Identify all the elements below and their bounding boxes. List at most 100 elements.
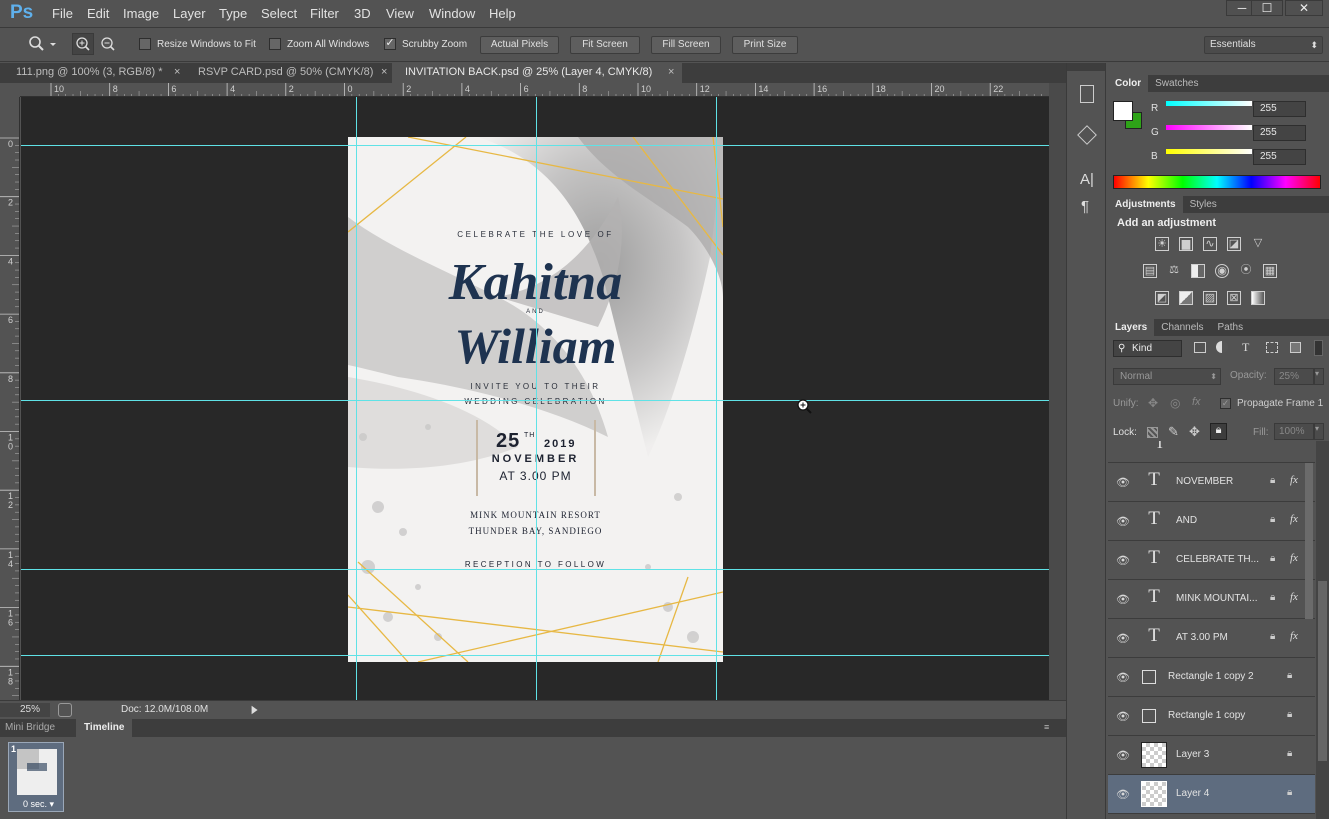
fx-icon[interactable]: fx: [1290, 474, 1298, 486]
tab-invitation-back[interactable]: INVITATION BACK.psd @ 25% (Layer 4, CMYK…: [392, 63, 682, 83]
fx-icon[interactable]: fx: [1290, 552, 1298, 564]
filter-adjustment-icon[interactable]: [1216, 341, 1228, 353]
history-icon[interactable]: [1080, 85, 1094, 103]
opacity-dropdown-icon[interactable]: ▾: [1314, 368, 1324, 385]
black-white-icon[interactable]: [1191, 264, 1205, 278]
layer-name[interactable]: Layer 4: [1176, 788, 1209, 799]
curves-icon[interactable]: ∿: [1203, 237, 1217, 251]
zoom-all-checkbox[interactable]: [269, 38, 281, 50]
visibility-eye-icon[interactable]: 👁︎: [1116, 476, 1130, 489]
tab-channels[interactable]: Channels: [1154, 319, 1210, 336]
layer-row-partial[interactable]: T: [1108, 441, 1315, 463]
menu-3d[interactable]: 3D: [354, 6, 371, 21]
lock-position-icon[interactable]: ✥: [1189, 424, 1200, 440]
visibility-eye-icon[interactable]: 👁︎: [1116, 788, 1130, 801]
lock-image-icon[interactable]: ✎: [1168, 424, 1179, 440]
panel-menu-icon[interactable]: ≡: [1044, 722, 1049, 732]
filter-type-icon[interactable]: T: [1242, 340, 1249, 355]
unify-visibility-icon[interactable]: ◎: [1170, 396, 1180, 410]
layer-row-layer-4[interactable]: 👁︎ Layer 4 🔒︎: [1108, 775, 1315, 814]
layer-row-time[interactable]: 👁︎ T AT 3.00 PM 🔒︎ fx: [1108, 619, 1315, 658]
exposure-icon[interactable]: ◪: [1227, 237, 1241, 251]
vertical-ruler[interactable]: 024681012141618: [0, 97, 20, 700]
zoom-out-icon[interactable]: [98, 34, 118, 57]
brightness-icon[interactable]: ☀: [1155, 237, 1169, 251]
print-size-button[interactable]: Print Size: [732, 36, 798, 54]
tab-adjustments[interactable]: Adjustments: [1108, 196, 1183, 213]
r-slider[interactable]: [1166, 101, 1252, 106]
menu-layer[interactable]: Layer: [173, 6, 206, 21]
layer-name[interactable]: AT 3.00 PM: [1176, 632, 1228, 643]
gradient-map-icon[interactable]: [1251, 291, 1265, 305]
resize-windows-checkbox[interactable]: [139, 38, 151, 50]
vertical-scrollbar[interactable]: [1049, 83, 1066, 700]
layer-name[interactable]: Rectangle 1 copy: [1168, 710, 1245, 721]
visibility-eye-icon[interactable]: 👁︎: [1116, 749, 1130, 762]
g-value-input[interactable]: 255: [1253, 125, 1306, 141]
layer-row-rectangle-copy[interactable]: 👁︎ Rectangle 1 copy 🔒︎: [1108, 697, 1315, 736]
tab-rsvp-card[interactable]: RSVP CARD.psd @ 50% (CMYK/8): [182, 63, 392, 83]
vertical-guide[interactable]: [716, 97, 717, 700]
layer-filter-kind-select[interactable]: ⚲ Kind: [1113, 340, 1182, 357]
propagate-checkbox[interactable]: ✓: [1220, 398, 1231, 409]
layer-row-and[interactable]: 👁︎ T AND 🔒︎ fx: [1108, 502, 1315, 541]
horizontal-guide[interactable]: [21, 145, 1049, 146]
filter-shape-icon[interactable]: [1266, 342, 1278, 353]
menu-file[interactable]: File: [52, 6, 73, 21]
visibility-eye-icon[interactable]: 👁︎: [1116, 515, 1130, 528]
g-slider[interactable]: [1166, 125, 1252, 130]
color-balance-icon[interactable]: ⚖: [1167, 264, 1181, 278]
close-tab-icon[interactable]: ×: [174, 66, 180, 78]
menu-type[interactable]: Type: [219, 6, 247, 21]
layer-name[interactable]: Layer 3: [1176, 749, 1209, 760]
close-button[interactable]: ✕: [1285, 0, 1323, 16]
layer-row-mink-mountain[interactable]: 👁︎ T MINK MOUNTAI... 🔒︎ fx: [1108, 580, 1315, 619]
horizontal-guide[interactable]: [21, 655, 1049, 656]
fill-input[interactable]: 100%: [1274, 423, 1314, 440]
vibrance-icon[interactable]: ▽: [1251, 237, 1265, 251]
tab-layers[interactable]: Layers: [1108, 319, 1155, 336]
visibility-eye-icon[interactable]: 👁︎: [1116, 632, 1130, 645]
posterize-icon[interactable]: [1179, 291, 1193, 305]
vertical-guide[interactable]: [356, 97, 357, 700]
timeline-frame[interactable]: 1 0 sec. ▾: [8, 742, 64, 812]
foreground-color-swatch[interactable]: [1113, 101, 1133, 121]
tab-111-png[interactable]: 111.png @ 100% (3, RGB/8) *: [0, 63, 190, 83]
zoom-in-icon[interactable]: [72, 33, 94, 55]
layer-row-november[interactable]: 👁︎ T NOVEMBER 🔒︎ fx: [1108, 463, 1315, 502]
visibility-eye-icon[interactable]: 👁︎: [1116, 710, 1130, 723]
filter-pixel-icon[interactable]: [1194, 342, 1206, 353]
tab-timeline[interactable]: Timeline: [76, 719, 133, 737]
paragraph-icon[interactable]: ¶: [1081, 198, 1089, 215]
selective-color-icon[interactable]: ⊠: [1227, 291, 1241, 305]
layer-row-celebrate[interactable]: 👁︎ T CELEBRATE TH... 🔒︎ fx: [1108, 541, 1315, 580]
close-tab-icon[interactable]: ×: [668, 66, 674, 78]
visibility-eye-icon[interactable]: 👁︎: [1116, 554, 1130, 567]
menu-edit[interactable]: Edit: [87, 6, 109, 21]
unify-style-icon[interactable]: fx: [1192, 396, 1201, 408]
vertical-guide[interactable]: [536, 97, 537, 700]
hue-saturation-icon[interactable]: ▤: [1143, 264, 1157, 278]
menu-help[interactable]: Help: [489, 6, 516, 21]
tab-styles[interactable]: Styles: [1183, 196, 1224, 213]
filter-smart-object-icon[interactable]: [1290, 342, 1301, 353]
invert-icon[interactable]: ◩: [1155, 291, 1169, 305]
status-info-icon[interactable]: [58, 703, 72, 717]
zoom-tool-icon[interactable]: [28, 35, 56, 56]
menu-view[interactable]: View: [386, 6, 414, 21]
menu-filter[interactable]: Filter: [310, 6, 339, 21]
opacity-input[interactable]: 25%: [1274, 368, 1314, 385]
layer-name[interactable]: MINK MOUNTAI...: [1176, 593, 1257, 604]
ruler-origin[interactable]: [0, 83, 20, 97]
channel-mixer-icon[interactable]: ⦿: [1239, 264, 1253, 278]
lock-all-icon[interactable]: 🔒︎: [1210, 423, 1227, 440]
tab-mini-bridge[interactable]: Mini Bridge: [5, 722, 55, 733]
layers-scroll-thumb[interactable]: [1318, 581, 1327, 761]
b-value-input[interactable]: 255: [1253, 149, 1306, 165]
layer-name[interactable]: Rectangle 1 copy 2: [1168, 671, 1254, 682]
tab-swatches[interactable]: Swatches: [1148, 75, 1205, 92]
fill-screen-button[interactable]: Fill Screen: [651, 36, 721, 54]
frame-delay[interactable]: 0 sec. ▾: [23, 799, 54, 810]
tab-paths[interactable]: Paths: [1211, 319, 1251, 336]
horizontal-ruler[interactable]: 10 8 6 4 2 0 2 4 6 8 10 12 14 16 18 20 22: [20, 83, 1049, 97]
